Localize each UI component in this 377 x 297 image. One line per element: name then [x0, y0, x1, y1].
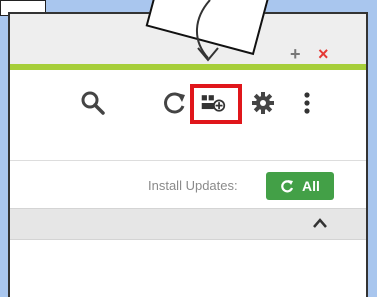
refresh-icon [281, 180, 294, 193]
update-all-label: All [302, 178, 320, 194]
chevron-up-icon[interactable] [312, 217, 328, 229]
close-button[interactable]: × [318, 44, 329, 65]
toolbar-divider [10, 160, 366, 161]
install-updates-label: Install Updates: [148, 178, 238, 193]
add-ons-icon[interactable] [200, 90, 226, 116]
pointer-arrow-icon [195, 0, 219, 62]
refresh-icon[interactable] [162, 90, 188, 116]
search-icon[interactable] [80, 90, 106, 116]
gear-icon[interactable] [250, 90, 276, 116]
collapsible-section-header[interactable] [10, 208, 366, 240]
update-all-button[interactable]: All [266, 172, 334, 200]
new-tab-button[interactable]: + [290, 44, 301, 65]
more-vert-icon[interactable] [294, 90, 320, 116]
